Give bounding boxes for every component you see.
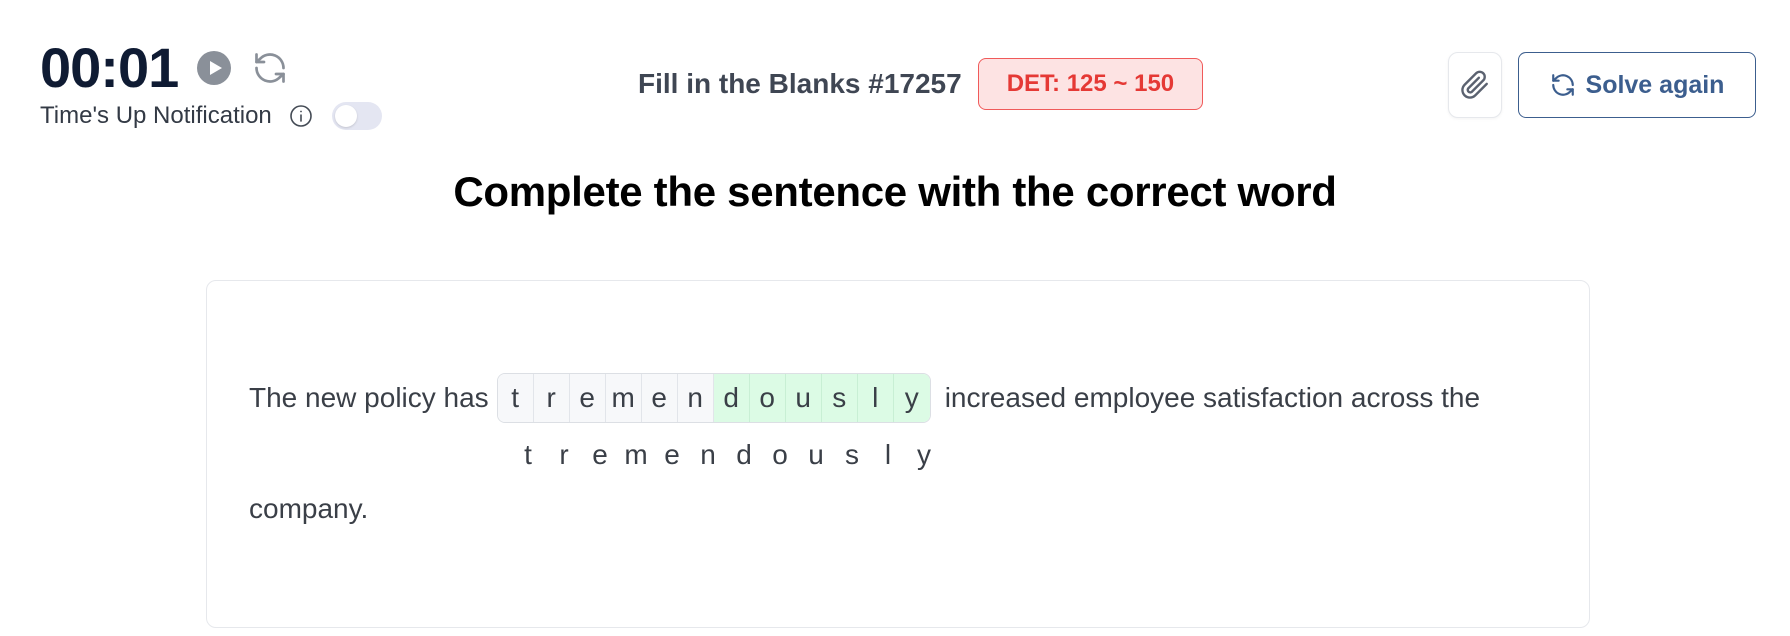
attach-button[interactable] bbox=[1448, 52, 1502, 118]
sentence-line: The new policy has tremendously increase… bbox=[249, 373, 1480, 423]
quiz-title: Fill in the Blanks #17257 bbox=[638, 68, 962, 99]
given-letter-cell: t bbox=[497, 374, 534, 422]
answer-letter-cell[interactable]: o bbox=[749, 374, 786, 422]
refresh-icon bbox=[255, 53, 286, 83]
answer-letter: d bbox=[736, 439, 752, 470]
sentence-continuation: company. bbox=[249, 493, 369, 524]
quiz-header: Fill in the Blanks #17257 DET: 125 ~ 150 bbox=[638, 58, 1204, 110]
answer-letter: t bbox=[524, 439, 532, 470]
question-heading: Complete the sentence with the correct w… bbox=[453, 168, 1337, 215]
solve-again-label: Solve again bbox=[1585, 70, 1725, 99]
info-icon[interactable] bbox=[288, 103, 314, 129]
answer-letter: e bbox=[664, 439, 680, 470]
answer-letter-cell[interactable]: u bbox=[785, 374, 822, 422]
timer-bar: 00:01 bbox=[40, 36, 290, 100]
answer-letter-cell[interactable]: l bbox=[857, 374, 894, 422]
answer-letter: s bbox=[845, 439, 859, 470]
refresh-icon bbox=[1551, 74, 1574, 96]
difficulty-badge: DET: 125 ~ 150 bbox=[977, 58, 1204, 110]
answer-reveal: tremendously bbox=[510, 439, 942, 471]
answer-letter: l bbox=[884, 439, 892, 470]
given-letter-cell: r bbox=[533, 374, 570, 422]
timer-display: 00:01 bbox=[40, 36, 179, 99]
answer-letter: o bbox=[772, 439, 788, 470]
answer-letter: n bbox=[700, 439, 716, 470]
given-letter-cell: n bbox=[677, 374, 714, 422]
sentence-after: increased employee satisfaction across t… bbox=[944, 382, 1481, 413]
question-card: The new policy has tremendously increase… bbox=[206, 280, 1590, 628]
answer-letter: u bbox=[808, 439, 824, 470]
answer-letter-cell[interactable]: d bbox=[713, 374, 750, 422]
answer-letter-cell[interactable]: s bbox=[821, 374, 858, 422]
answer-letter: y bbox=[917, 439, 931, 470]
given-letter-cell: e bbox=[641, 374, 678, 422]
answer-letter: m bbox=[624, 439, 648, 470]
answer-letter: r bbox=[559, 439, 569, 470]
notification-row: Time's Up Notification bbox=[40, 102, 382, 130]
reset-timer-button[interactable] bbox=[250, 48, 290, 88]
notification-toggle[interactable] bbox=[331, 102, 382, 130]
given-letter-cell: e bbox=[569, 374, 606, 422]
given-letter-cell: m bbox=[605, 374, 642, 422]
toggle-knob bbox=[334, 105, 357, 127]
answer-letter: e bbox=[592, 439, 608, 470]
play-button[interactable] bbox=[194, 48, 234, 88]
play-icon bbox=[197, 51, 232, 85]
paperclip-icon bbox=[1461, 70, 1488, 99]
solve-again-button[interactable]: Solve again bbox=[1518, 52, 1756, 118]
notification-label: Time's Up Notification bbox=[40, 102, 272, 129]
word-blank[interactable]: tremendously bbox=[496, 373, 931, 423]
sentence-before: The new policy has bbox=[249, 382, 489, 413]
answer-letter-cell[interactable]: y bbox=[893, 374, 930, 422]
